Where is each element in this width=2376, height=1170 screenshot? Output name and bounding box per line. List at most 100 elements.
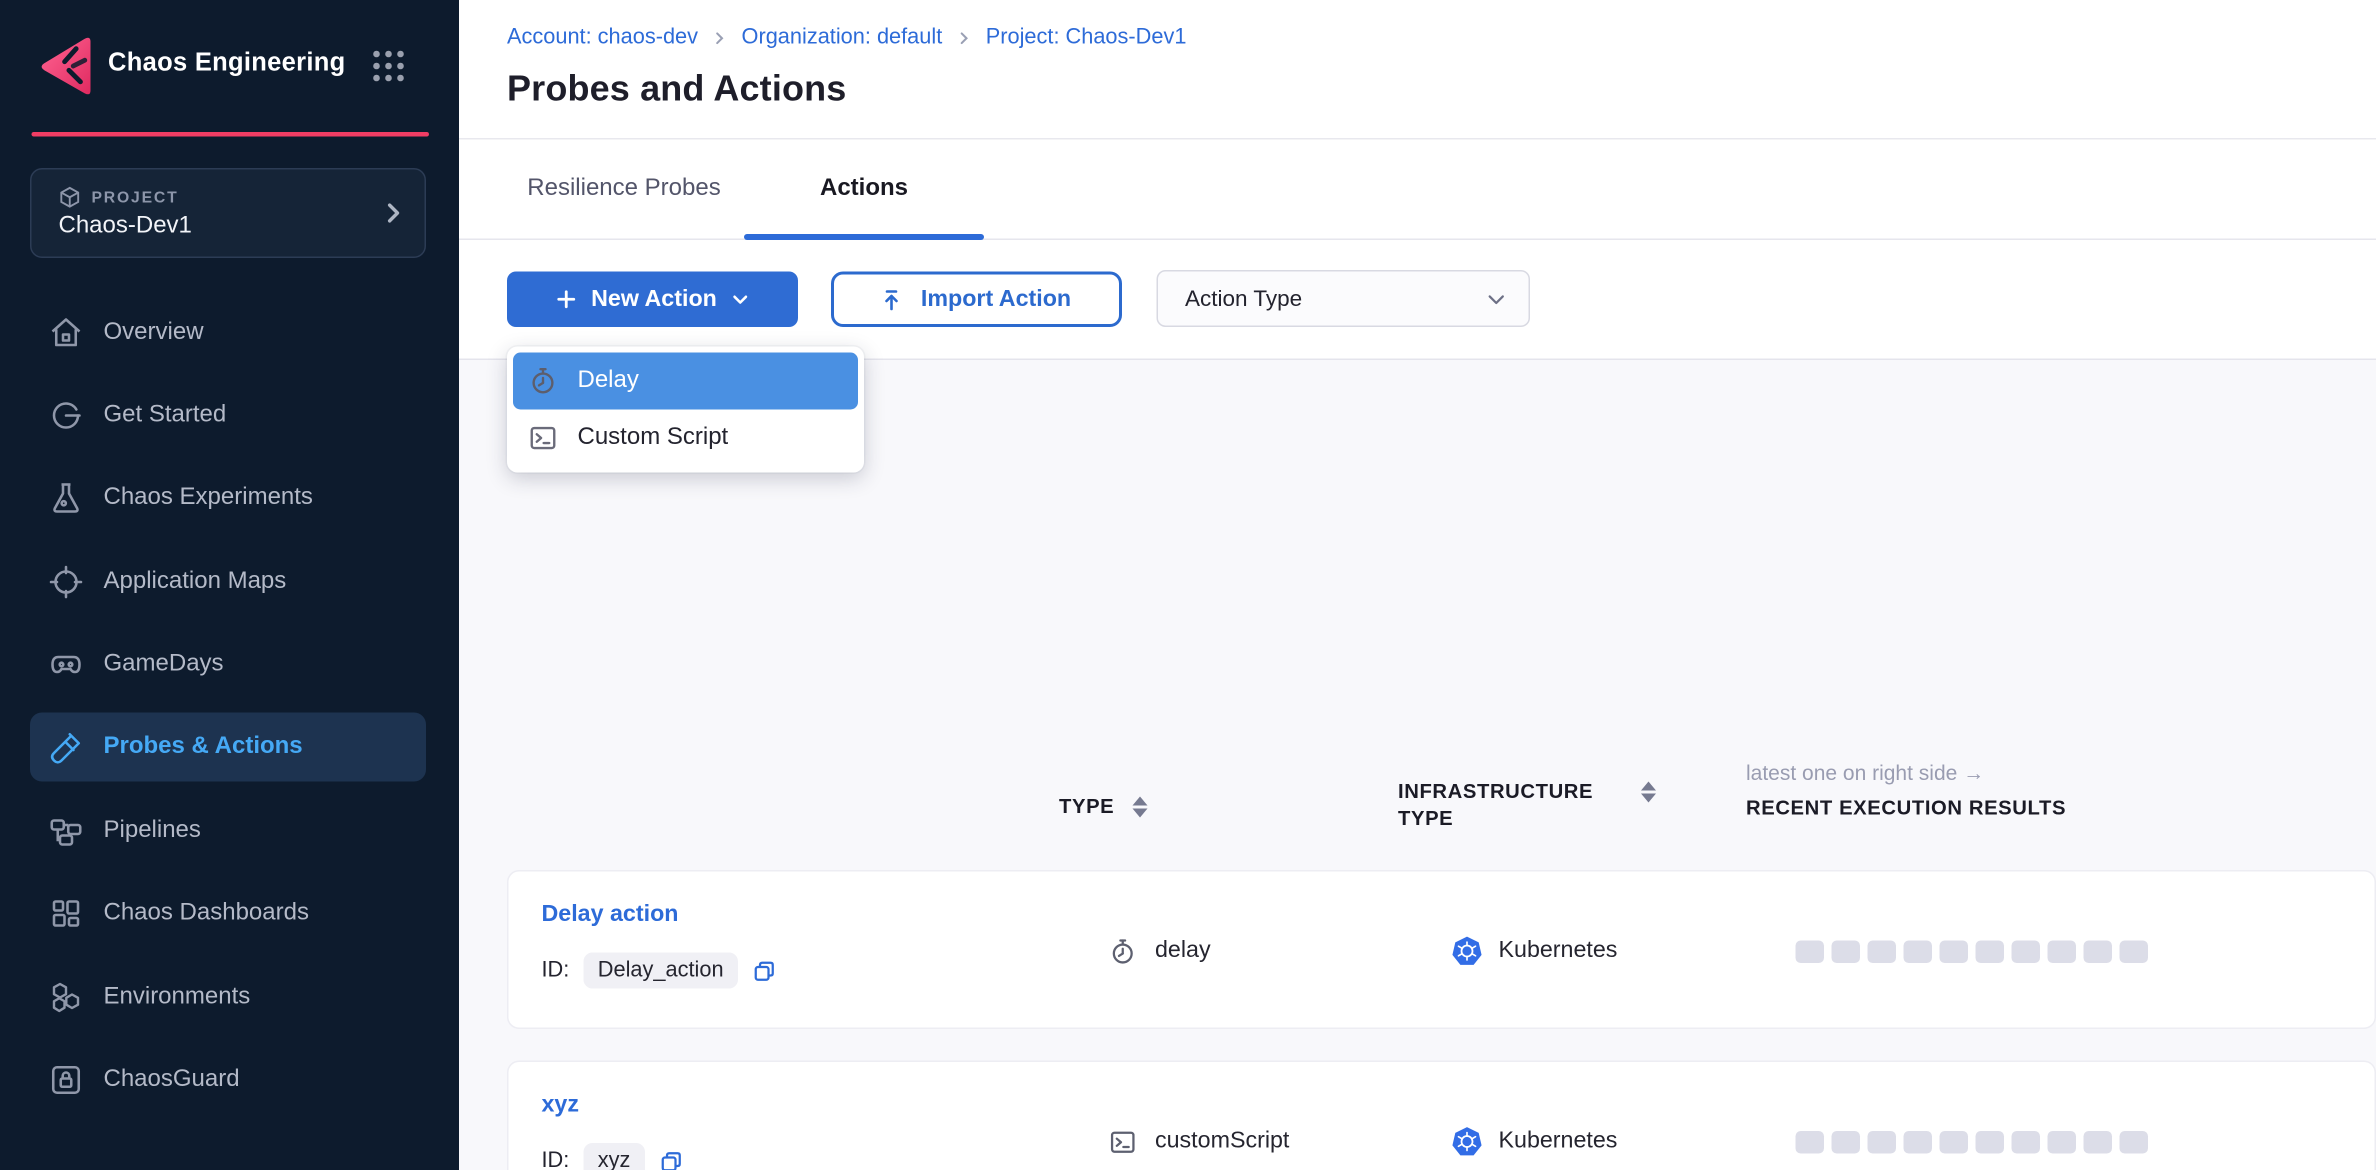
execution-placeholder-square [1940,1130,1969,1153]
breadcrumb-project-link[interactable]: Project: Chaos-Dev1 [986,26,1187,50]
stopwatch-icon [1109,937,1138,966]
test-tube-icon [48,729,84,765]
breadcrumb-account-link[interactable]: Account: chaos-dev [507,26,698,50]
new-action-button[interactable]: New Action [507,272,798,328]
target-icon [48,564,84,600]
execution-placeholder-square [2012,940,2041,963]
chevron-right-icon [712,29,729,46]
plus-icon [555,288,578,311]
tab-resilience-probes[interactable]: Resilience Probes [504,140,744,239]
gamepad-icon [48,647,84,683]
terminal-icon [1109,1127,1138,1156]
lock-icon [48,1062,84,1098]
chevron-right-icon [956,29,973,46]
sidebar-item-probes-actions[interactable]: Probes & Actions [30,713,426,782]
sidebar-item-gamedays[interactable]: GameDays [30,630,426,699]
hexagons-icon [48,980,84,1016]
sidebar-item-label: GameDays [104,651,224,678]
recent-execution-placeholders [1796,1062,2149,1170]
terminal-icon [528,423,558,453]
menu-item-label: Delay [578,368,639,395]
sidebar-item-label: Get Started [104,402,227,429]
action-type-select[interactable]: Action Type [1157,270,1531,327]
sidebar-item-get-started[interactable]: Get Started [30,381,426,450]
upload-icon [882,287,906,311]
sidebar: Chaos Engineering PROJECT Chaos-Dev1 [0,0,459,1170]
sidebar-item-chaos-dashboards[interactable]: Chaos Dashboards [30,879,426,948]
execution-placeholder-square [2084,1130,2113,1153]
id-label: ID: [542,959,570,983]
type-value: customScript [1155,1128,1289,1155]
sidebar-item-label: Pipelines [104,818,201,845]
execution-placeholder-square [1976,940,2005,963]
execution-placeholder-square [1832,940,1861,963]
table-row: xyz ID: xyz customScript [507,1061,2376,1170]
execution-placeholder-square [1832,1130,1861,1153]
execution-placeholder-square [1940,940,1969,963]
stopwatch-icon [528,366,558,396]
recent-execution-placeholders [1796,872,2149,1031]
column-header-type[interactable]: TYPE [1059,794,1147,818]
menu-item-custom-script[interactable]: Custom Script [513,410,858,467]
action-id-value: xyz [583,1143,646,1170]
execution-placeholder-square [2012,1130,2041,1153]
breadcrumb: Account: chaos-dev Organization: default… [507,26,1186,50]
sort-icon [1132,797,1147,818]
execution-placeholder-square [1868,940,1897,963]
results-note: latest one on right side → [1746,761,2066,785]
project-name: Chaos-Dev1 [59,213,192,240]
breadcrumb-organization-link[interactable]: Organization: default [742,26,943,50]
execution-placeholder-square [2048,1130,2077,1153]
sidebar-item-chaosguard[interactable]: ChaosGuard [30,1046,426,1115]
menu-item-delay[interactable]: Delay [513,353,858,410]
execution-placeholder-square [1976,1130,2005,1153]
brand-divider [32,132,430,137]
sidebar-item-label: Chaos Experiments [104,485,313,512]
sidebar-item-environments[interactable]: Environments [30,963,426,1032]
infrastructure-value: Kubernetes [1499,938,1618,965]
type-value: delay [1155,938,1211,965]
cube-icon [59,186,82,209]
import-action-label: Import Action [921,286,1071,313]
infrastructure-header-label: INFRASTRUCTURE TYPE [1398,779,1623,833]
new-action-menu: Delay Custom Script [507,347,864,473]
type-cell: delay [1109,872,1211,1031]
project-selector[interactable]: PROJECT Chaos-Dev1 [30,168,426,258]
execution-placeholder-square [2120,1130,2149,1153]
sidebar-item-application-maps[interactable]: Application Maps [30,548,426,617]
execution-placeholder-square [1904,940,1933,963]
import-action-button[interactable]: Import Action [831,272,1122,328]
sidebar-item-label: Overview [104,320,204,347]
app-window: Chaos Engineering PROJECT Chaos-Dev1 [0,0,2376,1170]
project-label: PROJECT [92,188,179,206]
app-title: Chaos Engineering [108,48,345,78]
copy-icon[interactable] [752,958,778,984]
sidebar-item-pipelines[interactable]: Pipelines [30,797,426,866]
column-header-results: latest one on right side → RECENT EXECUT… [1746,761,2066,820]
sort-icon [1641,782,1656,803]
sidebar-item-label: ChaosGuard [104,1067,240,1094]
column-header-infrastructure[interactable]: INFRASTRUCTURE TYPE [1398,779,1707,833]
dashboard-icon [48,896,84,932]
action-name-link[interactable]: xyz [542,1092,580,1119]
kubernetes-icon [1451,1125,1484,1158]
copy-icon[interactable] [659,1148,685,1170]
sidebar-item-chaos-experiments[interactable]: Chaos Experiments [30,464,426,533]
flask-icon [48,480,84,516]
sidebar-item-overview[interactable]: Overview [30,299,426,368]
page-title: Probes and Actions [507,69,846,111]
chevron-down-icon [1485,287,1508,310]
tab-bar: Resilience Probes Actions [459,140,2376,241]
execution-placeholder-square [1796,1130,1825,1153]
tab-actions[interactable]: Actions [744,140,984,239]
sidebar-item-label: Environments [104,984,251,1011]
action-name-link[interactable]: Delay action [542,902,679,929]
actions-table: TYPE INFRASTRUCTURE TYPE latest one on r… [459,359,2376,1170]
type-cell: customScript [1109,1062,1290,1170]
pipeline-icon [48,813,84,849]
home-icon [48,315,84,351]
infrastructure-cell: Kubernetes [1451,1062,1618,1170]
module-switcher-grid-icon[interactable] [372,50,405,83]
get-started-icon [48,398,84,434]
new-action-label: New Action [591,286,717,313]
